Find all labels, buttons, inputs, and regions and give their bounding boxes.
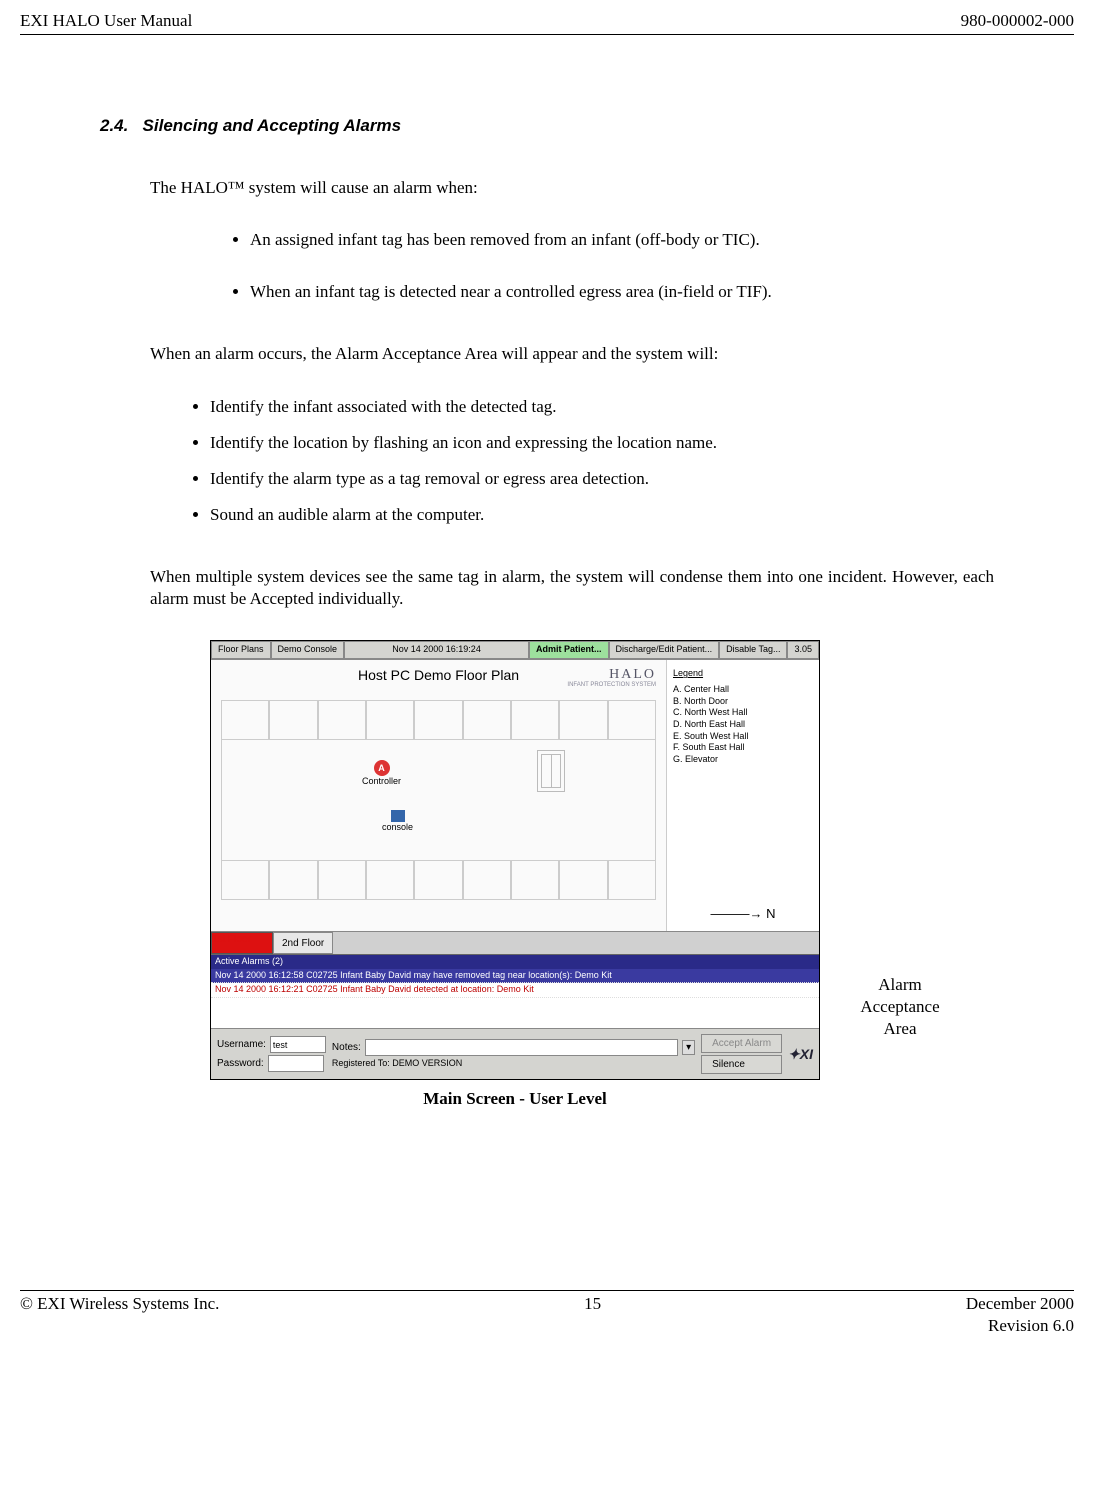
exi-logo: ✦XI (788, 1045, 813, 1063)
silence-button[interactable]: Silence (701, 1055, 782, 1074)
page-header: EXI HALO User Manual 980-000002-000 (20, 10, 1074, 35)
header-left: EXI HALO User Manual (20, 10, 192, 32)
notes-label: Notes: (332, 1041, 361, 1054)
floor-plan-area: Host PC Demo Floor Plan HALO INFANT PROT… (211, 660, 667, 931)
legend-item: F. South East Hall (673, 742, 813, 754)
alarm-area-annotation: Alarm Acceptance Area (850, 974, 950, 1040)
legend-body: Legend A. Center Hall B. North Door C. N… (673, 668, 813, 766)
door-icon (537, 750, 565, 792)
room-outline: A Controller console (221, 700, 656, 921)
controller-label: Controller (362, 776, 401, 788)
grid-top (221, 700, 656, 740)
footer-left: © EXI Wireless Systems Inc. (20, 1293, 219, 1337)
alarm-row[interactable]: Nov 14 2000 16:12:21 C02725 Infant Baby … (211, 983, 819, 998)
north-arrow: ———→ N (673, 906, 813, 923)
version-label: 3.05 (787, 641, 819, 659)
notes-input[interactable] (365, 1039, 678, 1056)
active-alarms-header: Active Alarms (2) (211, 955, 819, 969)
footer-page-number: 15 (584, 1293, 601, 1337)
occurs-bullet: Identify the alarm type as a tag removal… (210, 468, 994, 490)
ss-main: Host PC Demo Floor Plan HALO INFANT PROT… (211, 660, 819, 932)
cause-bullet: An assigned infant tag has been removed … (250, 229, 994, 251)
password-label: Password: (217, 1057, 264, 1070)
alarm-row[interactable]: Nov 14 2000 16:12:58 C02725 Infant Baby … (211, 969, 819, 984)
username-label: Username: (217, 1038, 266, 1051)
figure-column: Floor Plans Demo Console Nov 14 2000 16:… (210, 640, 820, 1110)
legend-title: Legend (673, 668, 813, 680)
content-area: 2.4. Silencing and Accepting Alarms The … (20, 115, 1074, 1110)
notes-col: Notes: ▾ Registered To: DEMO VERSION (332, 1039, 695, 1070)
floor-plans-button[interactable]: Floor Plans (211, 641, 271, 659)
tab-1st-floor[interactable]: 1st Floor (211, 932, 273, 954)
legend-item: E. South West Hall (673, 731, 813, 743)
console-icon: console (382, 810, 413, 834)
legend-item: A. Center Hall (673, 684, 813, 696)
legend-panel: Legend A. Center Hall B. North Door C. N… (667, 660, 819, 931)
login-col: Username: Password: (217, 1036, 326, 1072)
cause-bullet: When an infant tag is detected near a co… (250, 281, 994, 303)
alarm-acceptance-area: Active Alarms (2) Nov 14 2000 16:12:58 C… (211, 954, 819, 1028)
console-label: console (382, 822, 413, 834)
section-title: Silencing and Accepting Alarms (143, 116, 402, 135)
legend-item: B. North Door (673, 696, 813, 708)
footer-right: December 2000 Revision 6.0 (966, 1293, 1074, 1337)
controller-icon: A Controller (362, 760, 401, 788)
username-input[interactable] (270, 1036, 326, 1053)
body-indent: The HALO™ system will cause an alarm whe… (100, 177, 994, 1110)
section-number: 2.4. (100, 116, 128, 135)
grid-bottom (221, 860, 656, 900)
occurs-bullet: Identify the infant associated with the … (210, 396, 994, 418)
button-col: Accept Alarm Silence (701, 1034, 782, 1074)
figure-wrap: Floor Plans Demo Console Nov 14 2000 16:… (150, 640, 994, 1110)
header-right: 980-000002-000 (961, 10, 1074, 32)
ss-toolbar: Floor Plans Demo Console Nov 14 2000 16:… (211, 641, 819, 660)
demo-console-button[interactable]: Demo Console (271, 641, 345, 659)
multiple-para: When multiple system devices see the sam… (150, 566, 994, 610)
page-footer: © EXI Wireless Systems Inc. 15 December … (20, 1290, 1074, 1337)
registered-to-label: Registered To: DEMO VERSION (332, 1058, 695, 1070)
footer-date: December 2000 (966, 1294, 1074, 1313)
legend-item: C. North West Hall (673, 707, 813, 719)
dropdown-icon[interactable]: ▾ (682, 1040, 695, 1055)
legend-item: D. North East Hall (673, 719, 813, 731)
alarm-blank-area (211, 998, 819, 1028)
figure-caption: Main Screen - User Level (210, 1088, 820, 1110)
accept-alarm-button[interactable]: Accept Alarm (701, 1034, 782, 1053)
disable-tag-button[interactable]: Disable Tag... (719, 641, 787, 659)
footer-revision: Revision 6.0 (988, 1316, 1074, 1335)
occurs-intro: When an alarm occurs, the Alarm Acceptan… (150, 343, 994, 365)
section-heading: 2.4. Silencing and Accepting Alarms (100, 115, 994, 137)
discharge-patient-button[interactable]: Discharge/Edit Patient... (609, 641, 720, 659)
occurs-bullet: Sound an audible alarm at the computer. (210, 504, 994, 526)
occurs-bullet: Identify the location by flashing an ico… (210, 432, 994, 454)
halo-logo-subtitle: INFANT PROTECTION SYSTEM (567, 682, 656, 690)
password-input[interactable] (268, 1055, 324, 1072)
embedded-screenshot: Floor Plans Demo Console Nov 14 2000 16:… (210, 640, 820, 1080)
bottom-bar: Username: Password: Notes: (211, 1028, 819, 1079)
admit-patient-button[interactable]: Admit Patient... (529, 641, 609, 659)
grid-center: A Controller console (221, 740, 656, 860)
tab-2nd-floor[interactable]: 2nd Floor (273, 932, 333, 954)
cause-list: An assigned infant tag has been removed … (150, 229, 994, 303)
toolbar-datetime: Nov 14 2000 16:19:24 (344, 641, 529, 659)
intro-para: The HALO™ system will cause an alarm whe… (150, 177, 994, 199)
legend-item: G. Elevator (673, 754, 813, 766)
floor-tabs: 1st Floor 2nd Floor (211, 932, 819, 954)
occurs-list: Identify the infant associated with the … (150, 396, 994, 526)
